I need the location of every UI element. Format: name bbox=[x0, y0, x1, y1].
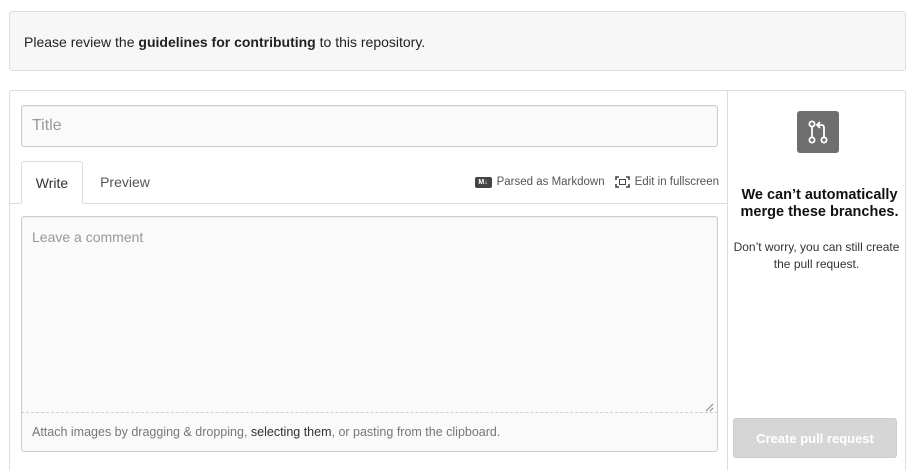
fullscreen-button[interactable]: Edit in fullscreen bbox=[614, 176, 719, 188]
pull-request-form: Write Preview M↓ Parsed as Markdown Edit… bbox=[9, 90, 906, 470]
attach-text-after: , or pasting from the clipboard. bbox=[331, 425, 501, 439]
git-pull-request-icon bbox=[797, 111, 839, 153]
contributing-guidelines-link[interactable]: guidelines for contributing bbox=[138, 34, 315, 50]
title-input[interactable] bbox=[21, 105, 718, 147]
tab-write[interactable]: Write bbox=[21, 161, 83, 204]
create-pull-request-button[interactable]: Create pull request bbox=[733, 418, 897, 458]
fullscreen-icon bbox=[614, 176, 630, 188]
attach-text-before: Attach images by dragging & dropping, bbox=[32, 425, 251, 439]
contributing-notice: Please review the guidelines for contrib… bbox=[9, 11, 906, 71]
select-files-link[interactable]: selecting them bbox=[251, 425, 332, 439]
merge-status-panel: We can’t automatically merge these branc… bbox=[728, 91, 905, 470]
attach-images-bar[interactable]: Attach images by dragging & dropping, se… bbox=[21, 412, 718, 452]
merge-conflict-heading: We can’t automatically merge these branc… bbox=[740, 187, 899, 220]
markdown-label: Parsed as Markdown bbox=[496, 176, 605, 188]
pr-editor-column: Write Preview M↓ Parsed as Markdown Edit… bbox=[10, 91, 728, 470]
markdown-icon: M↓ bbox=[474, 176, 492, 188]
comment-textarea[interactable] bbox=[21, 216, 718, 412]
merge-conflict-subtext: Don’t worry, you can still create the pu… bbox=[733, 240, 900, 271]
resize-grip-icon[interactable] bbox=[704, 399, 714, 412]
markdown-help-link[interactable]: M↓ Parsed as Markdown bbox=[474, 176, 605, 188]
notice-text-before: Please review the bbox=[24, 34, 139, 50]
fullscreen-label: Edit in fullscreen bbox=[634, 176, 719, 188]
tab-preview[interactable]: Preview bbox=[90, 161, 160, 204]
notice-text-after: to this repository. bbox=[315, 34, 426, 50]
editor-toolbar: M↓ Parsed as Markdown Edit in fullscreen bbox=[474, 161, 719, 203]
